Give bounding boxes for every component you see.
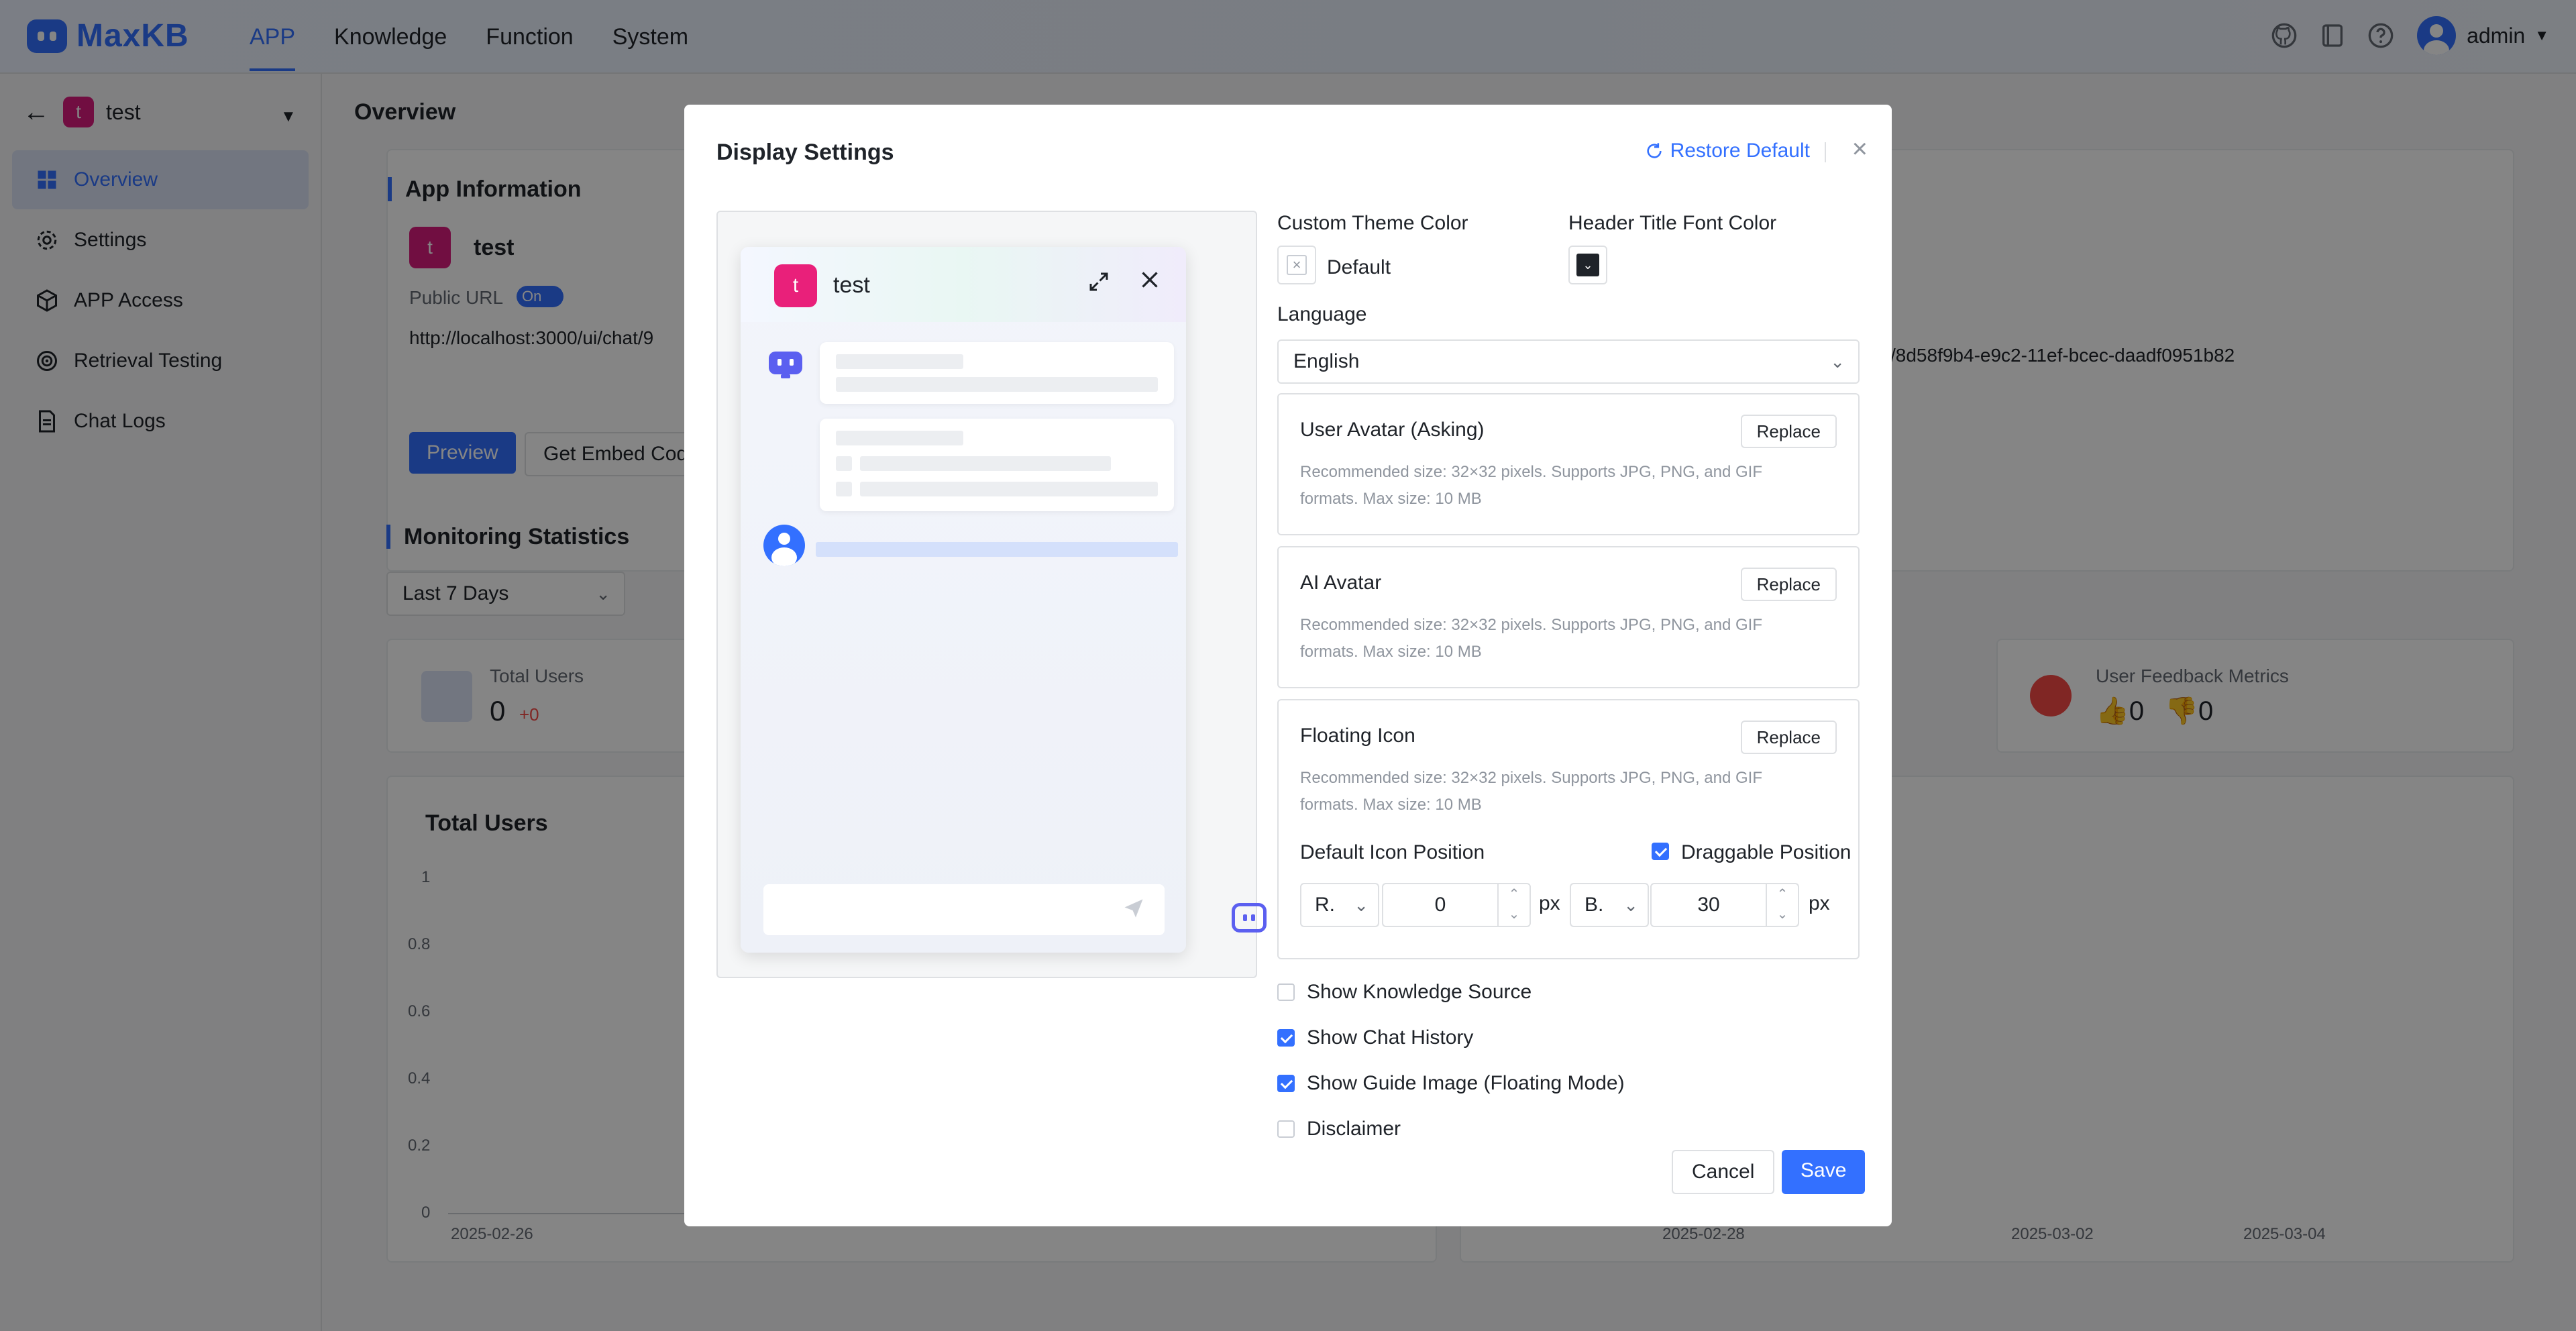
- chevron-down-icon: ⌄: [1623, 895, 1638, 915]
- replace-ai-avatar-button[interactable]: Replace: [1740, 568, 1837, 601]
- placeholder-line: [860, 482, 1158, 496]
- preview-input: [763, 884, 1165, 935]
- user-avatar-title: User Avatar (Asking): [1300, 419, 1485, 441]
- show-chat-history-label: Show Chat History: [1307, 1026, 1474, 1049]
- robot-icon: [766, 349, 805, 380]
- language-label: Language: [1277, 303, 1367, 325]
- close-icon: [1138, 266, 1162, 299]
- preview-ai-bubble: [820, 342, 1174, 404]
- show-chat-history-checkbox[interactable]: [1277, 1029, 1295, 1047]
- chevron-down-icon: ⌄: [1830, 352, 1845, 372]
- x-side-value: R.: [1315, 894, 1335, 916]
- y-offset-input[interactable]: 30 ⌃ ⌄: [1650, 883, 1799, 927]
- save-button[interactable]: Save: [1782, 1150, 1866, 1194]
- y-side-value: B.: [1585, 894, 1604, 916]
- placeholder-dot: [836, 456, 852, 471]
- draggable-position-label: Draggable Position: [1681, 841, 1851, 863]
- empty-color-icon: ×: [1287, 255, 1307, 275]
- cancel-button[interactable]: Cancel: [1672, 1150, 1775, 1194]
- header-font-color-picker[interactable]: ⌄: [1568, 246, 1607, 284]
- display-settings-dialog: Display Settings Restore Default × t tes…: [684, 105, 1892, 1226]
- icon-position-label: Default Icon Position: [1300, 841, 1485, 863]
- preview-app-name: test: [833, 272, 870, 298]
- placeholder-line: [860, 456, 1111, 471]
- floating-icon-upload: Floating Icon Replace Recommended size: …: [1277, 699, 1860, 959]
- language-value: English: [1293, 350, 1360, 372]
- ai-avatar-title: AI Avatar: [1300, 572, 1382, 594]
- stepper-arrows-icon[interactable]: ⌃ ⌄: [1497, 884, 1529, 926]
- preview-header: t test: [741, 247, 1186, 322]
- chevron-down-icon: ⌄: [1576, 254, 1599, 276]
- placeholder-line: [836, 377, 1158, 392]
- placeholder-dot: [836, 482, 852, 496]
- dialog-title: Display Settings: [716, 140, 894, 165]
- ai-avatar-hint: Recommended size: 32×32 pixels. Supports…: [1300, 616, 1762, 661]
- show-guide-image-checkbox[interactable]: [1277, 1075, 1295, 1092]
- divider: [1825, 142, 1826, 162]
- show-knowledge-source-label: Show Knowledge Source: [1307, 981, 1532, 1003]
- preview-user-message: [816, 542, 1178, 557]
- y-offset-unit: px: [1809, 892, 1830, 914]
- refresh-icon: [1646, 143, 1662, 158]
- user-avatar-upload: User Avatar (Asking) Replace Recommended…: [1277, 393, 1860, 535]
- chat-preview: t test: [716, 211, 1267, 978]
- disclaimer-checkbox[interactable]: [1277, 1120, 1295, 1138]
- theme-color-value: Default: [1327, 256, 1391, 278]
- y-side-select[interactable]: B. ⌄: [1570, 883, 1649, 927]
- floating-icon-title: Floating Icon: [1300, 725, 1415, 747]
- theme-color-label: Custom Theme Color: [1277, 212, 1468, 234]
- x-offset-input[interactable]: 0 ⌃ ⌄: [1382, 883, 1531, 927]
- preview-chat-window: t test: [741, 247, 1186, 953]
- stepper-arrows-icon[interactable]: ⌃ ⌄: [1766, 884, 1798, 926]
- disclaimer-label: Disclaimer: [1307, 1118, 1401, 1140]
- preview-app-badge: t: [774, 264, 817, 307]
- restore-label: Restore Default: [1670, 140, 1810, 162]
- preview-user-avatar: [763, 525, 805, 566]
- replace-user-avatar-button[interactable]: Replace: [1740, 415, 1837, 448]
- language-select[interactable]: English ⌄: [1277, 339, 1860, 384]
- header-font-color-label: Header Title Font Color: [1568, 212, 1777, 234]
- replace-floating-icon-button[interactable]: Replace: [1740, 721, 1837, 754]
- show-guide-image-label: Show Guide Image (Floating Mode): [1307, 1072, 1625, 1094]
- restore-default-button[interactable]: Restore Default: [1645, 140, 1810, 162]
- chevron-down-icon: ⌄: [1354, 895, 1368, 915]
- y-offset-value: 30: [1697, 894, 1720, 916]
- x-offset-value: 0: [1434, 894, 1446, 916]
- draggable-position-checkbox[interactable]: [1652, 843, 1669, 860]
- theme-color-picker[interactable]: ×: [1277, 246, 1316, 284]
- floating-icon-preview: [1232, 903, 1267, 933]
- placeholder-line: [836, 431, 963, 445]
- preview-ai-bubble: [820, 419, 1174, 511]
- show-knowledge-source-checkbox[interactable]: [1277, 983, 1295, 1001]
- x-offset-unit: px: [1539, 892, 1560, 914]
- x-side-select[interactable]: R. ⌄: [1300, 883, 1379, 927]
- ai-avatar-upload: AI Avatar Replace Recommended size: 32×3…: [1277, 546, 1860, 688]
- send-icon: [1122, 896, 1146, 926]
- floating-icon-hint: Recommended size: 32×32 pixels. Supports…: [1300, 769, 1762, 814]
- user-avatar-hint: Recommended size: 32×32 pixels. Supports…: [1300, 463, 1762, 508]
- close-icon[interactable]: ×: [1852, 134, 1868, 164]
- placeholder-line: [836, 354, 963, 369]
- expand-icon: [1087, 270, 1111, 300]
